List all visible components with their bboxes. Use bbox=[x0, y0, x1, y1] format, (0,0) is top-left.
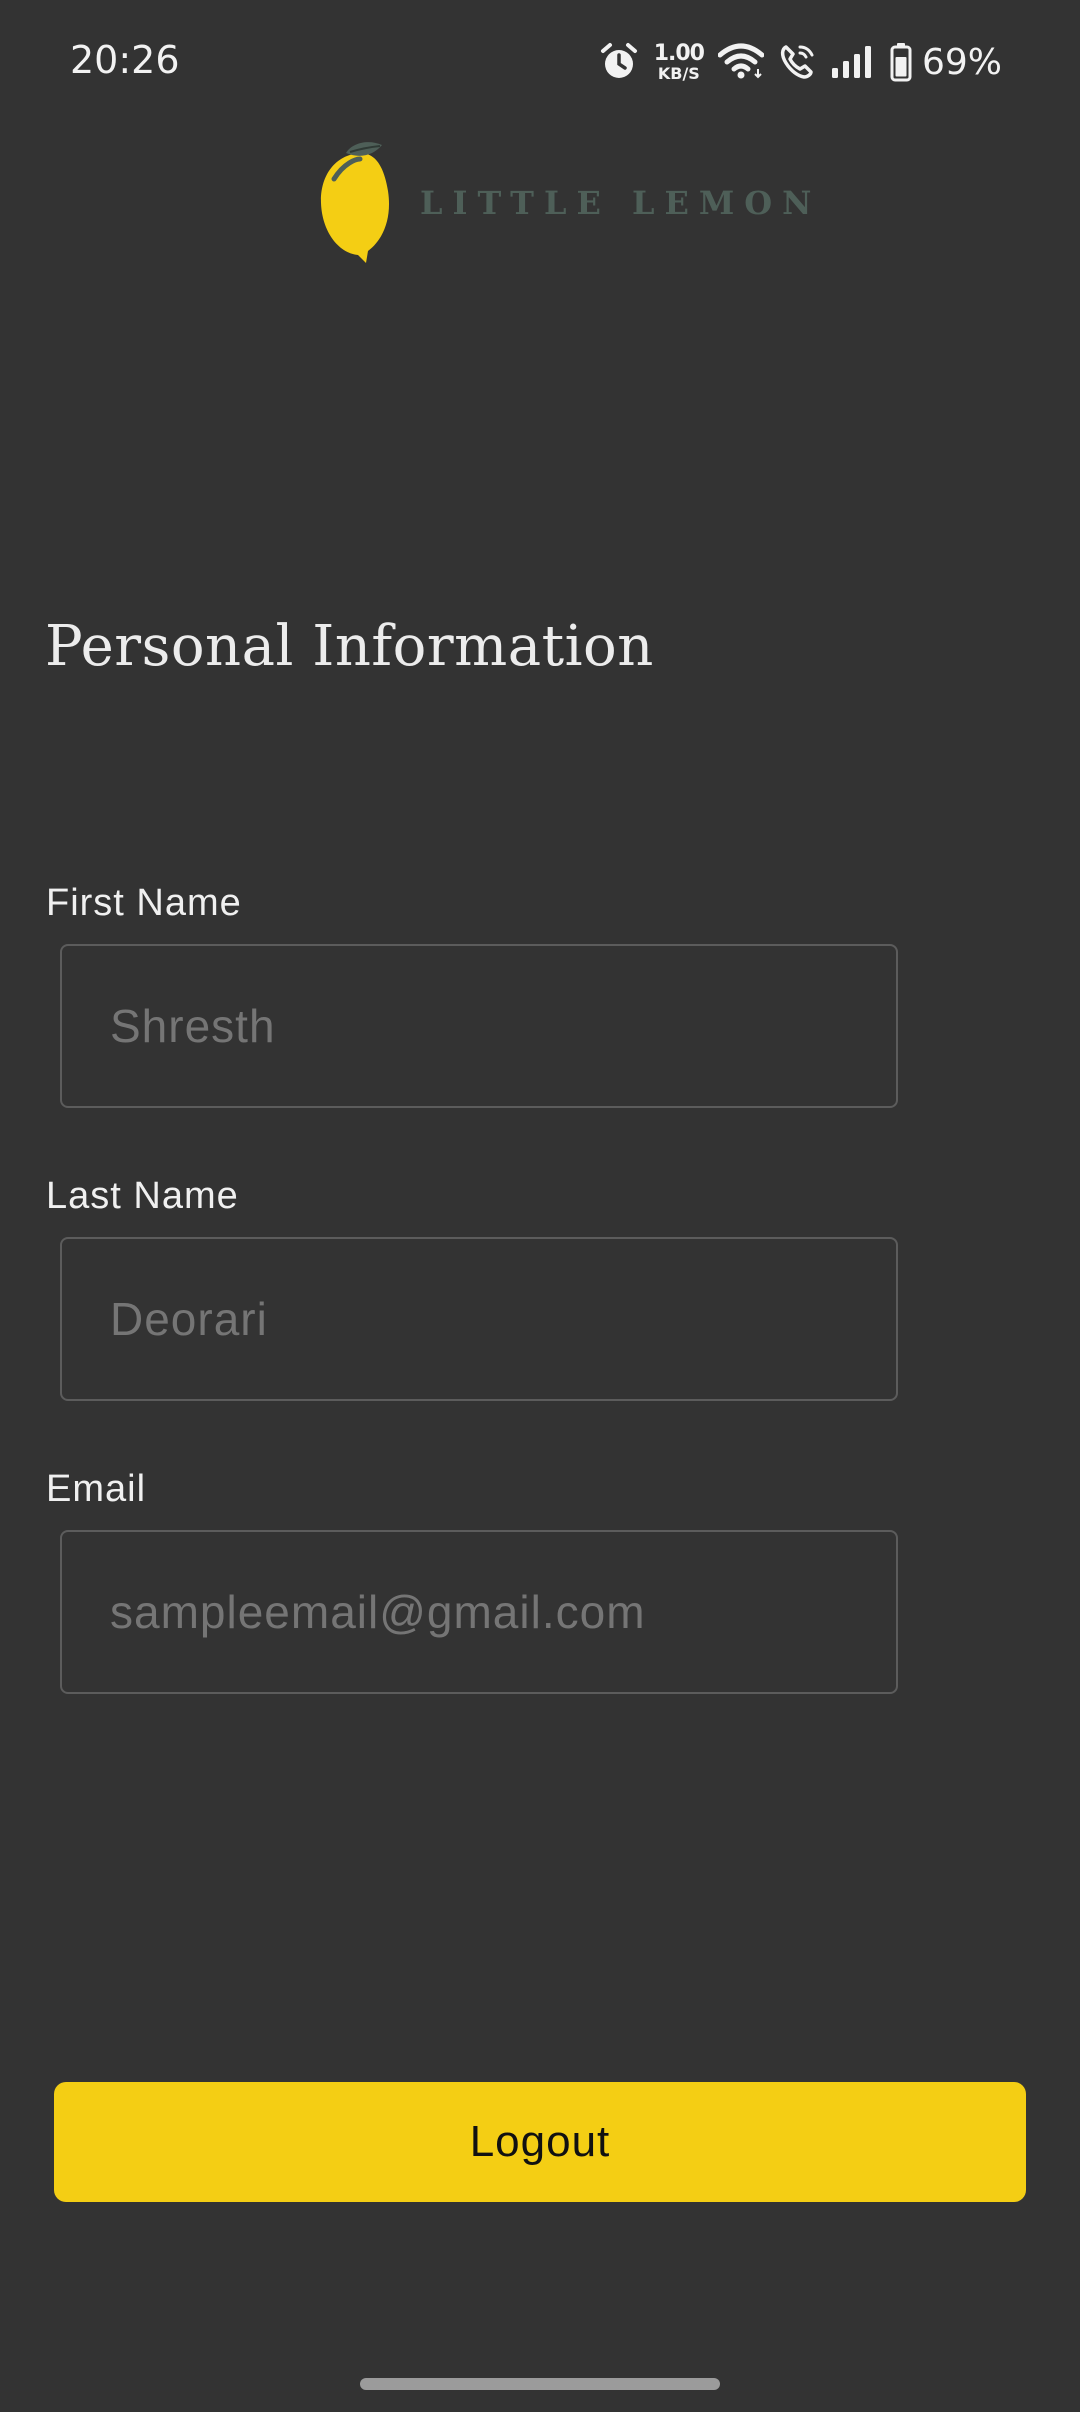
wifi-icon bbox=[717, 43, 764, 81]
status-icons: 1.00 KB/S 69% bbox=[600, 36, 1002, 88]
battery-icon bbox=[890, 42, 912, 82]
email-field[interactable] bbox=[60, 1530, 898, 1694]
logo-text: LITTLE LEMON bbox=[420, 184, 822, 222]
email-label: Email bbox=[46, 1468, 147, 1510]
status-time: 20:26 bbox=[70, 38, 180, 82]
logout-button[interactable]: Logout bbox=[54, 2082, 1026, 2202]
first-name-field[interactable] bbox=[60, 944, 898, 1108]
page-title: Personal Information bbox=[45, 614, 654, 679]
call-icon bbox=[778, 43, 816, 81]
little-lemon-logo: LITTLE LEMON bbox=[316, 138, 811, 268]
alarm-icon bbox=[600, 42, 638, 82]
battery-percent: 69% bbox=[921, 41, 1002, 83]
status-bar: 20:26 1.00 KB/S 69% bbox=[0, 0, 1080, 124]
network-speed-unit: KB/S bbox=[657, 63, 700, 83]
last-name-field[interactable] bbox=[60, 1237, 898, 1401]
home-indicator[interactable] bbox=[360, 2378, 720, 2390]
network-speed-value: 1.00 bbox=[653, 40, 705, 66]
lemon-icon bbox=[316, 139, 396, 268]
signal-icon bbox=[830, 44, 876, 80]
network-speed: 1.00 KB/S bbox=[653, 40, 705, 83]
last-name-label: Last Name bbox=[46, 1175, 239, 1217]
first-name-label: First Name bbox=[46, 882, 242, 924]
